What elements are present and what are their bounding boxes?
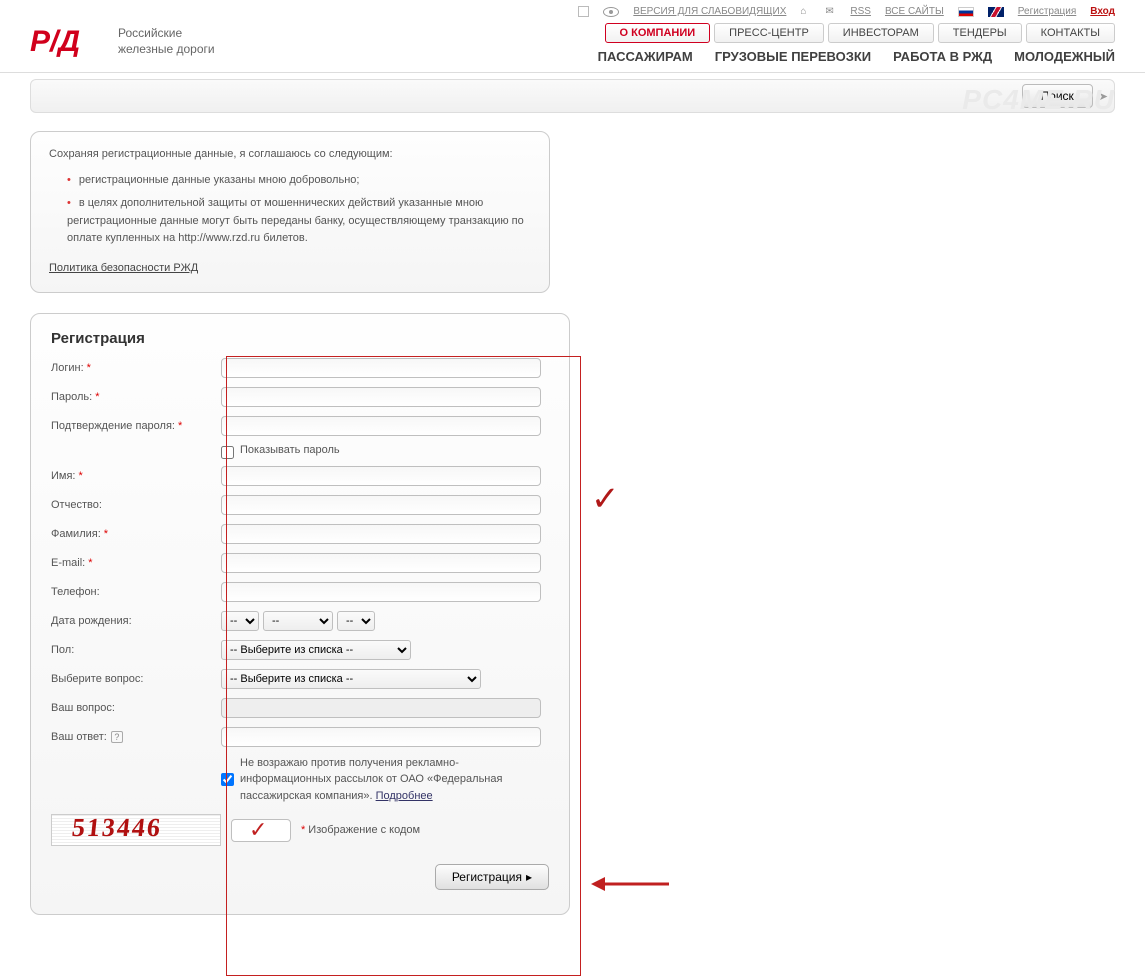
- nav-youth[interactable]: МОЛОДЕЖНЫЙ: [1014, 49, 1115, 64]
- nav-tenders[interactable]: ТЕНДЕРЫ: [938, 23, 1022, 43]
- captcha-label: *Изображение с кодом: [301, 824, 420, 836]
- lastname-label: Фамилия:*: [51, 528, 221, 540]
- email-label: E-mail:*: [51, 557, 221, 569]
- chevron-right-icon: ▸: [526, 870, 532, 884]
- your-question-label: Ваш вопрос:: [51, 702, 221, 714]
- consent-item: в целях дополнительной защиты от мошенни…: [67, 195, 531, 248]
- login-label: Логин:*: [51, 362, 221, 374]
- registration-title: Регистрация: [51, 330, 549, 347]
- nav-contacts[interactable]: КОНТАКТЫ: [1026, 23, 1115, 43]
- nav-freight[interactable]: ГРУЗОВЫЕ ПЕРЕВОЗКИ: [715, 49, 871, 64]
- login-input[interactable]: [221, 358, 541, 378]
- consent-item: регистрационные данные указаны мною добр…: [67, 172, 531, 190]
- middlename-input[interactable]: [221, 495, 541, 515]
- marketing-checkbox[interactable]: [221, 755, 234, 805]
- flag-ru-icon[interactable]: [958, 7, 974, 17]
- search-button[interactable]: Поиск: [1022, 84, 1093, 108]
- register-link[interactable]: Регистрация: [1018, 6, 1076, 17]
- home-icon[interactable]: ⌂: [800, 6, 811, 17]
- firstname-input[interactable]: [221, 466, 541, 486]
- logo[interactable]: Р/Д Российские железные дороги: [30, 23, 215, 61]
- eye-icon: [603, 7, 619, 17]
- mail-icon[interactable]: ✉: [825, 6, 836, 17]
- svg-text:Р/Д: Р/Д: [30, 25, 80, 58]
- search-go-icon[interactable]: ➤: [1099, 90, 1108, 103]
- password-confirm-input[interactable]: [221, 416, 541, 436]
- submit-button[interactable]: Регистрация▸: [435, 864, 549, 890]
- login-link[interactable]: Вход: [1090, 6, 1115, 17]
- lastname-input[interactable]: [221, 524, 541, 544]
- show-password-checkbox[interactable]: [221, 446, 234, 459]
- password-input[interactable]: [221, 387, 541, 407]
- firstname-label: Имя:*: [51, 470, 221, 482]
- nav-about[interactable]: О КОМПАНИИ: [605, 23, 711, 43]
- consent-intro: Сохраняя регистрационные данные, я согла…: [49, 146, 531, 164]
- nav-passengers[interactable]: ПАССАЖИРАМ: [598, 49, 693, 64]
- all-sites-link[interactable]: ВСЕ САЙТЫ: [885, 6, 944, 17]
- gender-select[interactable]: -- Выберите из списка --: [221, 640, 411, 660]
- gender-label: Пол:: [51, 644, 221, 656]
- registration-panel: Регистрация ✓ Логин:* Пароль:* Подтвержд…: [30, 313, 570, 916]
- phone-label: Телефон:: [51, 586, 221, 598]
- marketing-text: Не возражаю против получения рекламно-ин…: [240, 755, 549, 805]
- email-input[interactable]: [221, 553, 541, 573]
- brand-text: Российские железные дороги: [118, 26, 215, 57]
- show-password-label: Показывать пароль: [240, 444, 340, 456]
- captcha-image: 513446: [51, 814, 221, 846]
- annotation-arrow-icon: [591, 875, 671, 896]
- rss-link[interactable]: RSS: [850, 6, 871, 17]
- dob-label: Дата рождения:: [51, 615, 221, 627]
- nav-investors[interactable]: ИНВЕСТОРАМ: [828, 23, 934, 43]
- question-select[interactable]: -- Выберите из списка --: [221, 669, 481, 689]
- dob-year-select[interactable]: --: [337, 611, 375, 631]
- your-answer-label: Ваш ответ:?: [51, 731, 221, 743]
- marketing-more-link[interactable]: Подробнее: [376, 790, 433, 802]
- policy-link[interactable]: Политика безопасности РЖД: [49, 260, 198, 278]
- password-label: Пароль:*: [51, 391, 221, 403]
- rzd-logo-icon: Р/Д: [30, 23, 108, 61]
- low-vision-link[interactable]: ВЕРСИЯ ДЛЯ СЛАБОВИДЯЩИХ: [633, 6, 786, 17]
- captcha-input[interactable]: [231, 819, 291, 842]
- device-icon: [578, 6, 589, 17]
- help-icon[interactable]: ?: [111, 731, 123, 743]
- your-question-input: [221, 698, 541, 718]
- dob-month-select[interactable]: --: [263, 611, 333, 631]
- nav-press[interactable]: ПРЕСС-ЦЕНТР: [714, 23, 824, 43]
- nav-jobs[interactable]: РАБОТА В РЖД: [893, 49, 992, 64]
- annotation-check-icon: ✓: [591, 479, 620, 519]
- your-answer-input[interactable]: [221, 727, 541, 747]
- middlename-label: Отчество:: [51, 499, 221, 511]
- question-label: Выберите вопрос:: [51, 673, 221, 685]
- dob-day-select[interactable]: --: [221, 611, 259, 631]
- consent-panel: Сохраняя регистрационные данные, я согла…: [30, 131, 550, 293]
- flag-en-icon[interactable]: [988, 7, 1004, 17]
- phone-input[interactable]: [221, 582, 541, 602]
- password-confirm-label: Подтверждение пароля:*: [51, 420, 221, 432]
- search-input[interactable]: [37, 85, 1016, 107]
